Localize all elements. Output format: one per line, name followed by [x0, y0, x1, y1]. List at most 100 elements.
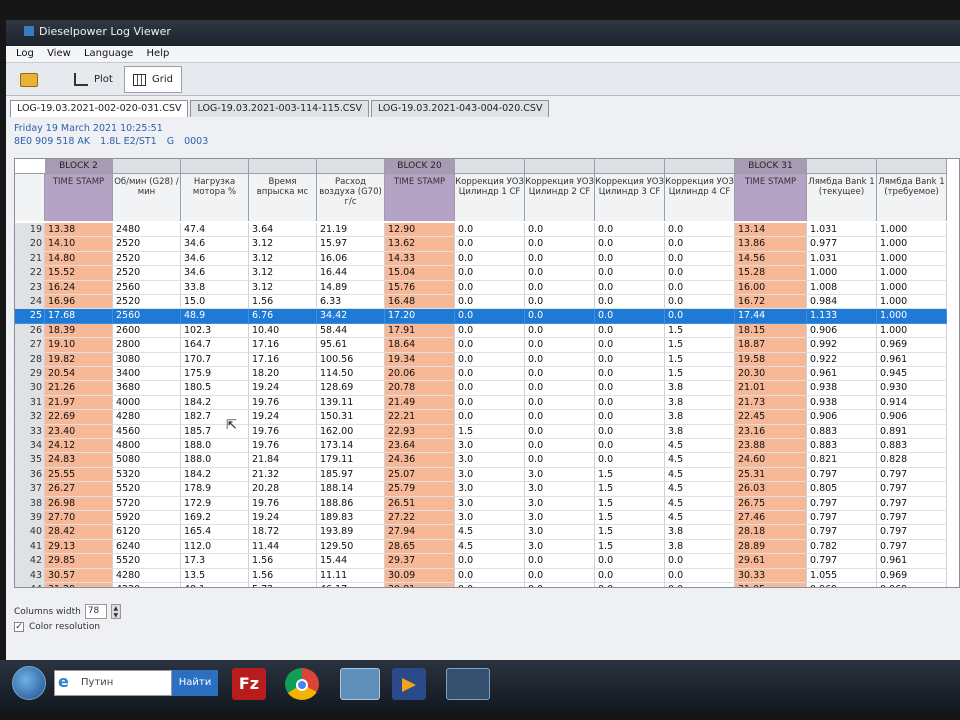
- table-cell[interactable]: 0.0: [455, 352, 525, 367]
- table-cell[interactable]: 0.0: [525, 583, 595, 587]
- table-cell[interactable]: 3.0: [525, 525, 595, 540]
- grid-button[interactable]: Grid: [124, 66, 182, 93]
- table-cell[interactable]: 21.73: [735, 395, 807, 411]
- table-cell[interactable]: 1.133: [807, 309, 877, 324]
- table-cell[interactable]: 0.0: [525, 381, 595, 396]
- table-cell[interactable]: 0.0: [665, 251, 735, 267]
- table-cell[interactable]: 1.5: [455, 424, 525, 439]
- menu-language[interactable]: Language: [84, 48, 133, 59]
- table-cell[interactable]: 28.18: [735, 525, 807, 540]
- table-cell[interactable]: 2520: [113, 295, 181, 310]
- table-cell[interactable]: 15.44: [317, 554, 385, 569]
- table-cell[interactable]: 0.0: [595, 338, 665, 353]
- table-cell[interactable]: 25.55: [45, 467, 113, 483]
- table-cell[interactable]: 23.40: [45, 424, 113, 439]
- table-cell[interactable]: 22.21: [385, 410, 455, 425]
- table-cell[interactable]: 27.70: [45, 511, 113, 526]
- table-cell[interactable]: 4.5: [665, 496, 735, 511]
- table-cell[interactable]: 150.31: [317, 410, 385, 425]
- table-row[interactable]: 34 24.12 4800 188.0 19.76 173.14 23.64 3.0 0.0 0.…: [15, 439, 959, 454]
- table-cell[interactable]: 4280: [113, 568, 181, 583]
- search-input[interactable]: Путин: [54, 670, 172, 696]
- table-cell[interactable]: 0.797: [877, 525, 947, 540]
- table-cell[interactable]: 30.81: [385, 583, 455, 587]
- table-cell[interactable]: 114.50: [317, 367, 385, 382]
- table-cell[interactable]: 3.8: [665, 381, 735, 396]
- table-cell[interactable]: 22.69: [45, 410, 113, 425]
- table-cell[interactable]: 182.7: [181, 410, 249, 425]
- table-cell[interactable]: 0.922: [807, 352, 877, 367]
- table-cell[interactable]: 0.0: [525, 424, 595, 439]
- table-cell[interactable]: 34.6: [181, 251, 249, 267]
- table-cell[interactable]: 0.821: [807, 453, 877, 468]
- column-header[interactable]: TIME STAMP: [45, 173, 113, 221]
- table-cell[interactable]: 0.797: [807, 496, 877, 511]
- table-cell[interactable]: 0.0: [455, 367, 525, 382]
- table-cell[interactable]: 1.000: [877, 295, 947, 310]
- table-cell[interactable]: 2480: [113, 223, 181, 238]
- table-row[interactable]: 29 20.54 3400 175.9 18.20 114.50 20.06 0.0 0.0 0.…: [15, 367, 959, 382]
- table-cell[interactable]: 0.883: [807, 424, 877, 439]
- table-cell[interactable]: 19.82: [45, 352, 113, 367]
- table-cell[interactable]: 0.797: [877, 539, 947, 555]
- table-cell[interactable]: 13.14: [735, 223, 807, 238]
- table-cell[interactable]: 22.93: [385, 424, 455, 439]
- explorer-taskbar-icon[interactable]: [340, 668, 380, 700]
- table-cell[interactable]: 26.27: [45, 482, 113, 497]
- table-cell[interactable]: 0.0: [455, 323, 525, 339]
- table-cell[interactable]: 19.76: [249, 424, 317, 439]
- table-cell[interactable]: 17.16: [249, 338, 317, 353]
- table-cell[interactable]: 0.797: [807, 467, 877, 483]
- table-row[interactable]: 30 21.26 3680 180.5 19.24 128.69 20.78 0.0 0.0 0.…: [15, 381, 959, 396]
- table-cell[interactable]: 3.0: [525, 482, 595, 497]
- table-cell[interactable]: 1.000: [877, 309, 947, 324]
- column-header[interactable]: TIME STAMP: [735, 173, 807, 221]
- table-cell[interactable]: 5320: [113, 467, 181, 483]
- table-cell[interactable]: 20.54: [45, 367, 113, 382]
- table-row[interactable]: 27 19.10 2800 164.7 17.16 95.61 18.64 0.0 0.0 0.0…: [15, 338, 959, 353]
- table-cell[interactable]: 0.797: [877, 482, 947, 497]
- table-cell[interactable]: 13.5: [181, 568, 249, 583]
- color-resolution-checkbox[interactable]: ✓: [14, 622, 24, 632]
- table-cell[interactable]: 0.969: [877, 338, 947, 353]
- table-row[interactable]: 39 27.70 5920 169.2 19.24 189.83 27.22 3.0 3.0 1.…: [15, 511, 959, 526]
- table-cell[interactable]: 0.0: [455, 554, 525, 569]
- file-tab-2[interactable]: LOG-19.03.2021-003-114-115.CSV: [190, 100, 369, 117]
- table-cell[interactable]: 0.0: [665, 280, 735, 295]
- column-header[interactable]: Время впрыска мс: [249, 173, 317, 221]
- table-cell[interactable]: 17.44: [735, 309, 807, 324]
- column-header[interactable]: Лямбда Bank 1 (требуемое): [877, 173, 947, 221]
- table-cell[interactable]: 189.83: [317, 511, 385, 526]
- table-cell[interactable]: 0.0: [525, 223, 595, 238]
- table-cell[interactable]: 1.56: [249, 554, 317, 569]
- table-cell[interactable]: 3.0: [455, 511, 525, 526]
- table-cell[interactable]: 14.56: [735, 251, 807, 267]
- table-cell[interactable]: 0.0: [455, 338, 525, 353]
- table-cell[interactable]: 0.0: [525, 237, 595, 252]
- table-cell[interactable]: 18.72: [249, 525, 317, 540]
- table-cell[interactable]: 0.945: [877, 367, 947, 382]
- table-cell[interactable]: 4.5: [665, 439, 735, 454]
- table-cell[interactable]: 18.39: [45, 323, 113, 339]
- table-cell[interactable]: 31.05: [735, 583, 807, 587]
- table-cell[interactable]: 2800: [113, 338, 181, 353]
- table-cell[interactable]: 4.5: [665, 467, 735, 483]
- table-cell[interactable]: 15.97: [317, 237, 385, 252]
- table-row[interactable]: 19 13.38 2480 47.4 3.64 21.19 12.90 0.0 0.0 0.0 0.…: [15, 223, 959, 238]
- table-cell[interactable]: 0.906: [807, 410, 877, 425]
- table-cell[interactable]: 95.61: [317, 338, 385, 353]
- table-cell[interactable]: 3.0: [455, 496, 525, 511]
- table-cell[interactable]: 0.0: [455, 223, 525, 238]
- table-cell[interactable]: 0.0: [595, 280, 665, 295]
- table-cell[interactable]: 0.0: [525, 352, 595, 367]
- table-cell[interactable]: 5080: [113, 453, 181, 468]
- table-cell[interactable]: 0.828: [877, 453, 947, 468]
- table-cell[interactable]: 0.0: [595, 439, 665, 454]
- file-tab-1[interactable]: LOG-19.03.2021-002-020-031.CSV: [10, 100, 189, 117]
- table-cell[interactable]: 10.40: [249, 323, 317, 339]
- column-width-input[interactable]: 78: [84, 604, 107, 619]
- table-cell[interactable]: 188.0: [181, 439, 249, 454]
- table-cell[interactable]: 0.0: [455, 583, 525, 587]
- table-cell[interactable]: 0.0: [455, 309, 525, 324]
- table-cell[interactable]: 0.906: [877, 410, 947, 425]
